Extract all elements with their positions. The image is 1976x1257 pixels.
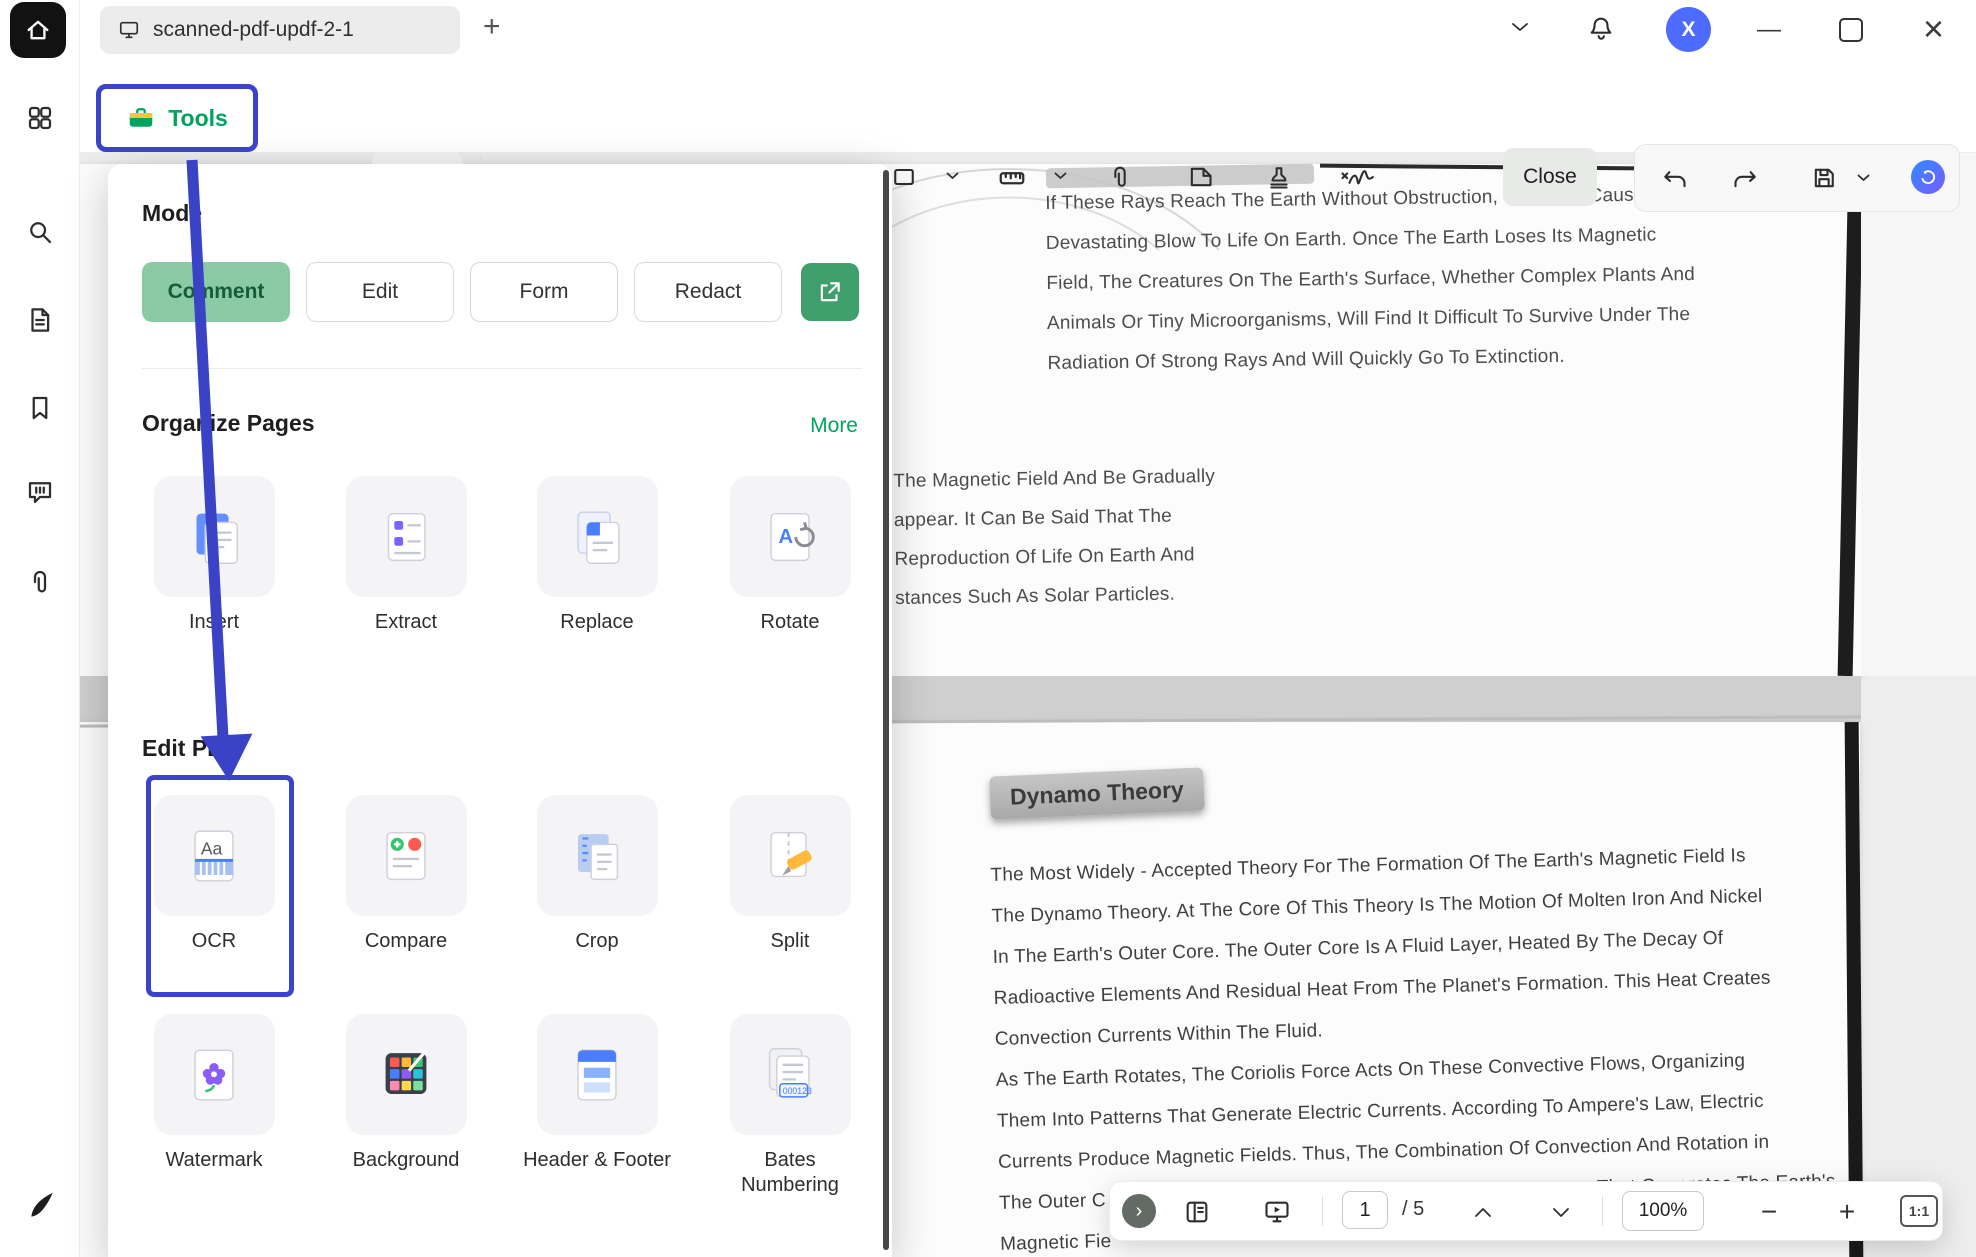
mode-comment-button[interactable]: Comment: [142, 262, 290, 322]
ai-assistant-icon[interactable]: [1911, 160, 1945, 194]
viewport-right-margin: [1861, 152, 1976, 676]
organize-pages-title: Organize Pages: [142, 410, 315, 437]
tools-highlight-outline: Tools: [96, 84, 258, 152]
replace-icon: [537, 476, 658, 597]
brush-logo-icon[interactable]: [21, 1185, 59, 1223]
header-footer-icon: [537, 1014, 658, 1135]
more-link[interactable]: More: [810, 414, 858, 438]
titlebar: scanned-pdf-updf-2-1 + X — ×: [79, 0, 1976, 60]
mode-edit-button[interactable]: Edit: [306, 262, 454, 322]
shape-tool-chevron-icon[interactable]: [946, 172, 959, 180]
redo-icon[interactable]: [1726, 158, 1766, 198]
attachments-icon[interactable]: [21, 563, 59, 601]
edit-pdf-title: Edit PDF: [142, 735, 238, 762]
search-icon[interactable]: [21, 213, 59, 251]
ocr-highlight-outline: [146, 775, 294, 997]
undo-icon[interactable]: [1654, 158, 1694, 198]
page-controls-bar: › / 5 100% − + 1:1: [1109, 1181, 1943, 1241]
home-icon: [24, 16, 52, 44]
sticker-tool[interactable]: [1180, 157, 1220, 197]
tool-split[interactable]: Split: [715, 795, 865, 954]
apps-grid-icon[interactable]: [21, 99, 59, 137]
mode-redact-button[interactable]: Redact: [634, 262, 782, 322]
user-avatar[interactable]: X: [1666, 7, 1711, 52]
bookmark-icon[interactable]: [21, 389, 59, 427]
tool-header-footer[interactable]: Header & Footer: [522, 1014, 672, 1173]
tool-bates-numbering[interactable]: 000123 Bates Numbering: [715, 1014, 865, 1198]
new-tab-button[interactable]: +: [483, 10, 501, 44]
tool-crop[interactable]: Crop: [522, 795, 672, 954]
updf-app-window: scanned-pdf-updf-2-1 + X — ×: [0, 0, 1976, 1257]
tools-button-label: Tools: [168, 105, 228, 132]
tool-insert[interactable]: Insert: [139, 476, 289, 635]
monitor-icon: [118, 19, 140, 41]
mode-form-button[interactable]: Form: [470, 262, 618, 322]
maximize-button[interactable]: [1839, 18, 1863, 42]
tool-compare[interactable]: Compare: [331, 795, 481, 954]
toolbar-right-group: [1634, 144, 1960, 212]
attach-file-tool[interactable]: [1100, 157, 1140, 197]
save-icon[interactable]: [1804, 158, 1844, 198]
zoom-level-box[interactable]: 100%: [1622, 1191, 1704, 1231]
page1-left-paragraph: The Magnetic Field And Be Gradually appe…: [893, 456, 1255, 618]
crop-icon: [537, 795, 658, 916]
comments-icon[interactable]: [21, 473, 59, 511]
notifications-bell-icon[interactable]: [1587, 14, 1615, 42]
page2-line9-left: The Outer C: [999, 1190, 1106, 1214]
save-chevron-icon[interactable]: [1853, 158, 1873, 198]
main-toolbar: Close: [79, 60, 1976, 153]
close-tools-button[interactable]: Close: [1503, 148, 1597, 206]
compare-icon: [346, 795, 467, 916]
next-page-chevron-icon[interactable]: [1546, 1197, 1576, 1227]
tool-extract[interactable]: Extract: [331, 476, 481, 635]
toolbox-icon: [126, 103, 156, 133]
zoom-out-button[interactable]: −: [1754, 1197, 1784, 1227]
measure-tool-chevron-icon[interactable]: [1054, 172, 1067, 180]
zoom-in-button[interactable]: +: [1832, 1197, 1862, 1227]
stamp-tool[interactable]: [1259, 157, 1299, 197]
tool-replace[interactable]: Replace: [522, 476, 672, 635]
watermark-icon: [154, 1014, 275, 1135]
tab-title: scanned-pdf-updf-2-1: [153, 18, 354, 42]
mode-section-title: Mode: [142, 200, 202, 227]
tool-background[interactable]: Background: [331, 1014, 481, 1173]
presentation-mode-icon[interactable]: [1262, 1197, 1292, 1227]
maximize-icon: [1839, 18, 1863, 42]
controls-separator: [1322, 1196, 1323, 1226]
background-icon: [346, 1014, 467, 1135]
minimize-button[interactable]: —: [1757, 16, 1781, 44]
actual-size-button[interactable]: 1:1: [1900, 1195, 1938, 1227]
close-window-button[interactable]: ×: [1923, 8, 1944, 50]
next-page-button[interactable]: ›: [1122, 1194, 1156, 1228]
insert-icon: [154, 476, 275, 597]
measure-ruler-tool[interactable]: [992, 157, 1032, 197]
panel-scrollbar[interactable]: [883, 170, 889, 1250]
svg-text:A: A: [778, 525, 793, 547]
extract-icon: [346, 476, 467, 597]
page-number-input[interactable]: [1342, 1191, 1388, 1229]
section-divider: [142, 368, 862, 369]
external-link-icon: [817, 279, 843, 305]
document-tab[interactable]: scanned-pdf-updf-2-1: [100, 6, 460, 54]
previous-page-chevron-icon[interactable]: [1468, 1197, 1498, 1227]
bates-numbering-icon: 000123: [730, 1014, 851, 1135]
signature-tool[interactable]: [1335, 157, 1385, 197]
tabs-chevron-down-icon[interactable]: [1511, 22, 1529, 32]
controls-separator-2: [1602, 1196, 1603, 1226]
open-external-button[interactable]: [801, 263, 859, 321]
left-sidebar: [0, 0, 80, 1257]
tool-rotate[interactable]: A Rotate: [715, 476, 865, 635]
tools-button[interactable]: Tools: [101, 89, 253, 147]
rotate-icon: A: [730, 476, 851, 597]
svg-text:000123: 000123: [783, 1085, 812, 1095]
tools-panel: Mode Comment Edit Form Redact Organize P…: [108, 164, 892, 1257]
page-total-label: / 5: [1402, 1198, 1424, 1221]
pages-icon[interactable]: [21, 301, 59, 339]
tool-watermark[interactable]: Watermark: [139, 1014, 289, 1173]
home-button[interactable]: [10, 2, 66, 58]
split-icon: [730, 795, 851, 916]
thumbnails-panel-icon[interactable]: [1182, 1197, 1212, 1227]
